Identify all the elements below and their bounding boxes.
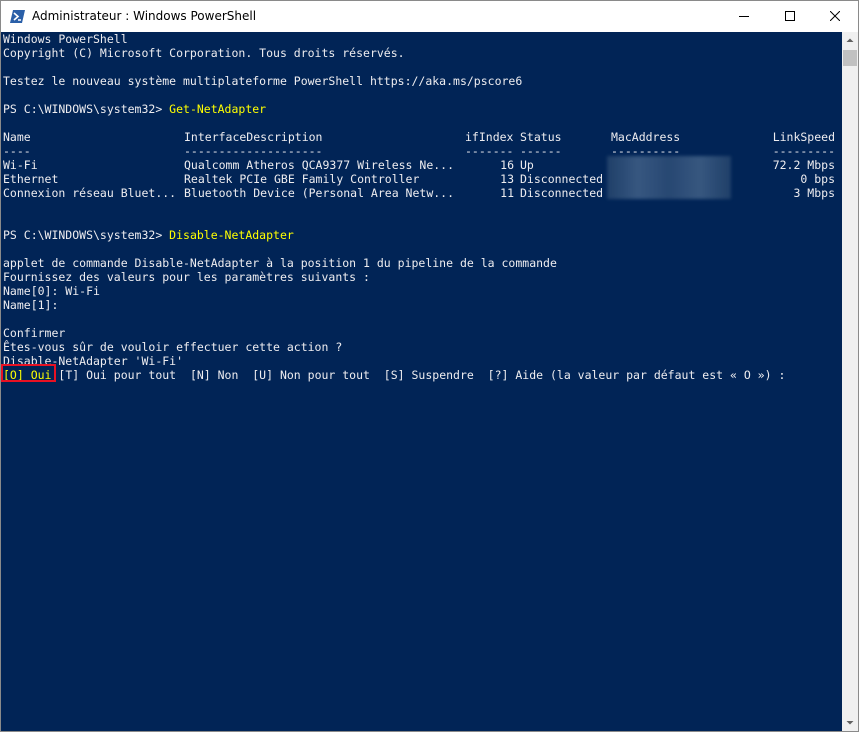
table-row-linkspeed: 3 Mbps <box>793 186 835 200</box>
table-row-status: Up <box>520 158 534 172</box>
highlight-box <box>1 364 56 382</box>
table-row-ifindex: 11 <box>500 186 514 200</box>
prompt: PS C:\WINDOWS\system32> <box>3 102 170 116</box>
confirm-heading: Confirmer <box>3 326 66 340</box>
powershell-window: Administrateur : Windows PowerShell Wind… <box>0 0 859 732</box>
scrollbar-thumb[interactable] <box>843 50 857 66</box>
close-button[interactable] <box>812 1 858 32</box>
header-interface-description: InterfaceDescription <box>184 130 323 144</box>
dash-status: ------ <box>520 144 562 158</box>
minimize-button[interactable] <box>721 1 767 32</box>
table-row-name: Wi-Fi <box>3 158 38 172</box>
table-row-status: Disconnected <box>520 186 604 200</box>
table-row-linkspeed: 0 bps <box>800 172 835 186</box>
dash-interface-description: -------------------- <box>184 144 323 158</box>
window-title: Administrateur : Windows PowerShell <box>32 9 257 23</box>
console-header-title: Windows PowerShell <box>3 32 128 46</box>
dash-name: ---- <box>3 144 31 158</box>
name-0-input: Name[0]: Wi-Fi <box>3 284 100 298</box>
table-row-description: Realtek PCIe GBE Family Controller <box>184 172 420 186</box>
parameters-message: Fournissez des valeurs pour les paramètr… <box>3 270 370 284</box>
table-row-description: Bluetooth Device (Personal Area Netw... <box>184 186 455 200</box>
table-row-name: Ethernet <box>3 172 59 186</box>
maximize-icon <box>785 11 795 21</box>
choice-options: [T] Oui pour tout [N] Non [U] Non pour t… <box>51 368 786 382</box>
powershell-icon <box>10 10 25 23</box>
console-pscore-notice: Testez le nouveau système multiplateform… <box>3 74 523 88</box>
name-1-input: Name[1]: <box>3 298 59 312</box>
table-row-description: Qualcomm Atheros QCA9377 Wireless Ne... <box>184 158 455 172</box>
scroll-down-icon[interactable] <box>842 714 858 731</box>
close-icon <box>830 11 840 21</box>
table-row-ifindex: 13 <box>500 172 514 186</box>
title-bar[interactable]: Administrateur : Windows PowerShell <box>1 1 858 32</box>
header-status: Status <box>520 130 562 144</box>
table-row-name: Connexion réseau Bluet... <box>3 186 177 200</box>
confirm-question: Êtes-vous sûr de vouloir effectuer cette… <box>3 340 343 354</box>
redacted-mac-addresses <box>607 156 731 199</box>
prompt-line: PS C:\WINDOWS\system32> Disable-NetAdapt… <box>3 228 294 242</box>
table-row-linkspeed: 72.2 Mbps <box>772 158 835 172</box>
table-row-status: Disconnected <box>520 172 604 186</box>
prompt: PS C:\WINDOWS\system32> <box>3 228 170 242</box>
command-disable-netadapter: Disable-NetAdapter <box>169 228 294 242</box>
command-get-netadapter: Get-NetAdapter <box>169 102 267 116</box>
pipeline-message: applet de commande Disable-NetAdapter à … <box>3 256 557 270</box>
vertical-scrollbar[interactable] <box>842 32 858 731</box>
confirm-choices[interactable]: [O] Oui [T] Oui pour tout [N] Non [U] No… <box>3 368 785 382</box>
header-name: Name <box>3 130 31 144</box>
header-ifindex: ifIndex <box>465 130 514 144</box>
header-linkspeed: LinkSpeed <box>772 130 835 144</box>
console-area[interactable]: Windows PowerShell Copyright (C) Microso… <box>1 32 842 731</box>
scroll-up-icon[interactable] <box>842 32 858 49</box>
table-row-ifindex: 16 <box>500 158 514 172</box>
header-macaddress: MacAddress <box>611 130 681 144</box>
maximize-button[interactable] <box>767 1 813 32</box>
console-copyright: Copyright (C) Microsoft Corporation. Tou… <box>3 46 405 60</box>
dash-ifindex: ------- <box>465 144 514 158</box>
minimize-icon <box>739 16 749 17</box>
prompt-line: PS C:\WINDOWS\system32> Get-NetAdapter <box>3 102 266 116</box>
dash-linkspeed: --------- <box>772 144 835 158</box>
